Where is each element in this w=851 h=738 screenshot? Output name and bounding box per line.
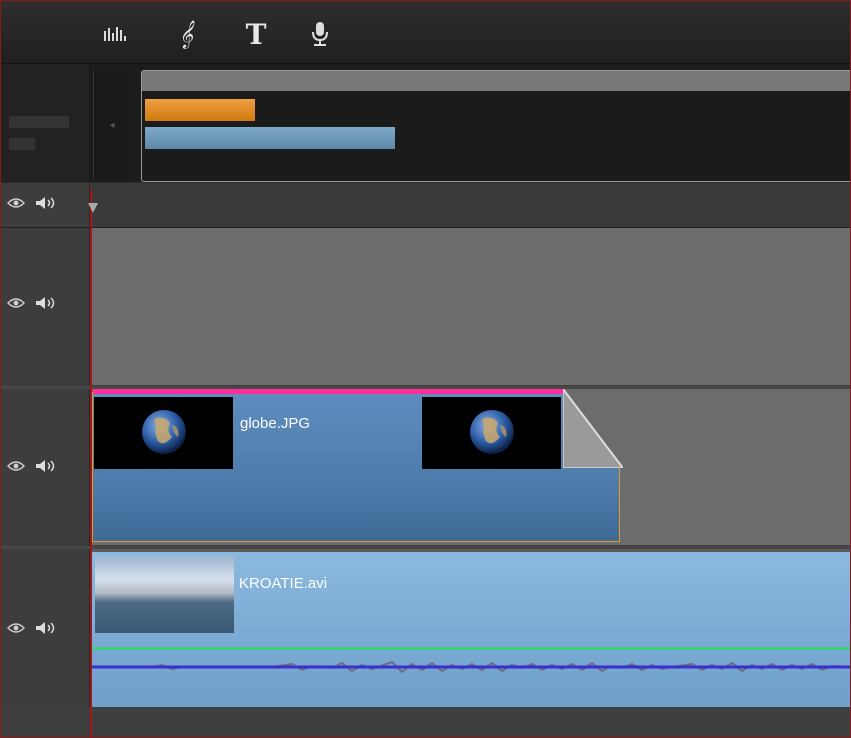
collapse-arrow-icon[interactable]: ◂	[93, 70, 130, 180]
speaker-icon[interactable]	[35, 296, 57, 310]
clip-selection-bar	[93, 389, 565, 394]
audio-waveform	[92, 660, 850, 674]
speaker-icon[interactable]	[35, 196, 57, 210]
clip-thumbnail-start	[94, 397, 233, 469]
timeline-bottom	[1, 707, 850, 737]
speaker-icon[interactable]	[35, 621, 57, 635]
clip-thumbnail	[95, 556, 234, 633]
clip-kroatie[interactable]: KROATIE.avi	[92, 552, 850, 708]
zoom-handle[interactable]	[9, 138, 35, 150]
text-title-icon[interactable]: T	[239, 18, 273, 51]
timeline-toolbar: 𝄞 T	[1, 1, 850, 64]
timeline-navigator: ◂	[1, 64, 850, 182]
globe-icon	[142, 410, 186, 454]
eye-icon[interactable]	[7, 197, 25, 209]
eye-icon[interactable]	[7, 622, 25, 634]
time-ruler[interactable]	[1, 183, 850, 228]
track-2[interactable]: globe.JPG	[90, 389, 850, 547]
track-3[interactable]: KROATIE.avi	[90, 549, 850, 709]
playhead-line[interactable]	[90, 189, 92, 737]
transition-fold-icon[interactable]	[563, 389, 623, 468]
speaker-icon[interactable]	[35, 459, 57, 473]
clip-name: KROATIE.avi	[239, 575, 328, 592]
track-header-1	[1, 228, 90, 386]
track-1[interactable]	[90, 228, 850, 387]
microphone-icon[interactable]	[303, 19, 337, 49]
clip-globe[interactable]: globe.JPG	[92, 389, 623, 542]
track-header-3	[1, 549, 90, 707]
navigator-zoom-area	[1, 64, 89, 182]
navigator-viewport[interactable]	[141, 70, 850, 182]
navigator-viewport-band	[142, 71, 850, 91]
timeline-editor: 𝄞 T ◂ globe.JPG KROATIE.avi	[0, 0, 851, 738]
globe-icon	[470, 410, 514, 454]
eye-icon[interactable]	[7, 297, 25, 309]
navigator-clip-globe	[145, 99, 255, 121]
clip-name: globe.JPG	[240, 415, 311, 432]
track-header-2	[1, 389, 90, 546]
ruler-header	[1, 183, 90, 227]
navigator-clip-kroatie	[145, 127, 395, 149]
playhead-marker[interactable]	[88, 203, 98, 213]
eye-icon[interactable]	[7, 460, 25, 472]
clip-thumbnail-end	[422, 397, 561, 469]
volume-line[interactable]	[92, 647, 850, 650]
zoom-bar[interactable]	[9, 116, 69, 128]
treble-clef-icon[interactable]: 𝄞	[169, 19, 203, 49]
audio-levels-icon[interactable]	[99, 19, 133, 49]
